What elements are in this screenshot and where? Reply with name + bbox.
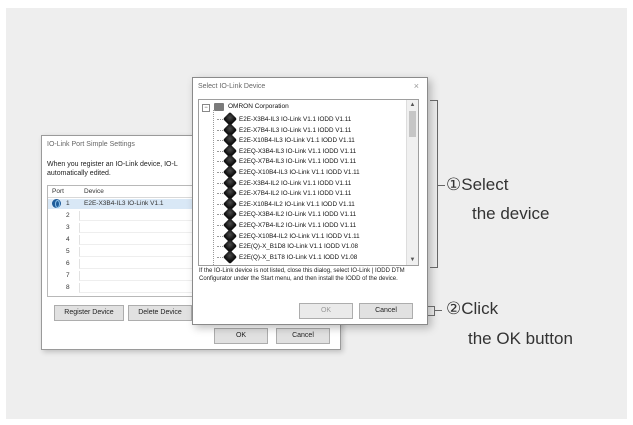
front-dialog-note: If the IO-Link device is not listed, clo…	[199, 268, 405, 282]
back-dialog-title: IO-Link Port Simple Settings	[47, 141, 135, 148]
port-row-4[interactable]: 4	[48, 235, 208, 245]
device-item-label: E2E(Q)-X_B1T8 IO-Link V1.1 IODD V1.08	[239, 253, 358, 261]
back-cancel-button[interactable]: Cancel	[276, 328, 330, 344]
device-item-label: E2E-X7B4-IL3 IO-Link V1.1 IODD V1.11	[239, 126, 352, 134]
device-item-label: E2EQ-X10B4-IL2 IO-Link V1.1 IODD V1.11	[239, 232, 360, 240]
select-bracket-tick	[437, 185, 445, 186]
collapse-icon[interactable]: −	[202, 104, 210, 112]
select-io-link-device-dialog: Select IO-Link Device × − OMRON Corporat…	[192, 77, 428, 325]
port-row-5[interactable]: 5	[48, 247, 208, 257]
device-icon	[222, 249, 238, 264]
device-item-label: E2EQ-X3B4-IL2 IO-Link V1.1 IODD V1.11	[239, 211, 357, 219]
click-callout-line2: the OK button	[468, 329, 573, 348]
port-number: 3	[66, 224, 70, 231]
scroll-down-icon[interactable]: ▼	[407, 255, 418, 265]
port-number: 1	[66, 200, 70, 207]
device-item-label: E2EQ-X10B4-IL3 IO-Link V1.1 IODD V1.11	[239, 169, 360, 176]
port-number: 8	[66, 284, 70, 291]
device-item-label: E2E(Q)-X_B1D8 IO-Link V1.1 IODD V1.08	[239, 243, 358, 251]
port-number: 4	[66, 236, 70, 243]
device-item-label: E2E-X3B4-IL2 IO-Link V1.1 IODD V1.11	[239, 179, 352, 187]
port-row-8[interactable]: 8	[48, 283, 208, 293]
port-row-3[interactable]: 3	[48, 223, 208, 233]
port-row-6[interactable]: 6	[48, 259, 208, 269]
select-callout-line1: ①Select	[446, 175, 509, 194]
click-callout-line1: ②Click	[446, 299, 499, 318]
register-device-button[interactable]: Register Device	[54, 305, 124, 321]
select-callout-line2: the device	[472, 204, 550, 223]
front-dialog-title: Select IO-Link Device	[198, 83, 266, 90]
device-item-label: E2E-X10B4-IL2 IO-Link V1.1 IODD V1.11	[239, 200, 355, 208]
port-number: 7	[66, 272, 70, 279]
device-column-header: Device	[84, 188, 104, 195]
port-number: 2	[66, 212, 70, 219]
port-row-2[interactable]: 2	[48, 211, 208, 221]
port-number: 5	[66, 248, 70, 255]
port-table-header: Port Device	[48, 186, 208, 198]
port-device-name: E2E-X3B4-IL3 IO-Link V1.1	[84, 200, 164, 207]
device-item-label: E2E-X10B4-IL3 IO-Link V1.1 IODD V1.11	[239, 137, 355, 145]
device-item-label: E2EQ-X7B4-IL3 IO-Link V1.1 IODD V1.11	[239, 158, 357, 166]
vendor-name: OMRON Corporation	[228, 103, 289, 110]
folder-icon	[214, 103, 224, 111]
port-number: 6	[66, 260, 70, 267]
device-item-label: E2EQ-X3B4-IL3 IO-Link V1.1 IODD V1.11	[239, 147, 357, 155]
front-cancel-button[interactable]: Cancel	[359, 303, 413, 319]
tree-scrollbar[interactable]: ▲ ▼	[406, 100, 418, 265]
port-row-1[interactable]: 1 E2E-X3B4-IL3 IO-Link V1.1	[48, 199, 208, 209]
back-dialog-description: When you register an IO-Link device, IO-…	[47, 161, 178, 177]
port-row-7[interactable]: 7	[48, 271, 208, 281]
ok-bracket	[428, 306, 435, 316]
delete-device-button[interactable]: Delete Device	[128, 305, 192, 321]
port-table: Port Device 1 E2E-X3B4-IL3 IO-Link V1.1 …	[47, 185, 209, 297]
front-ok-button[interactable]: OK	[299, 303, 353, 319]
port-column-header: Port	[52, 188, 64, 195]
select-bracket	[430, 100, 438, 268]
device-item-label: E2EQ-X7B4-IL2 IO-Link V1.1 IODD V1.11	[239, 222, 357, 229]
scroll-thumb[interactable]	[409, 111, 416, 137]
ok-bracket-tick	[434, 310, 442, 311]
globe-icon	[52, 199, 61, 208]
device-item-label: E2E-X7B4-IL2 IO-Link V1.1 IODD V1.11	[239, 190, 352, 198]
device-item-label: E2E-X3B4-IL3 IO-Link V1.1 IODD V1.11	[239, 116, 352, 123]
back-ok-button[interactable]: OK	[214, 328, 268, 344]
device-tree: − OMRON Corporation E2E-X3B4-IL3 IO-Link…	[198, 99, 419, 266]
close-icon[interactable]: ×	[414, 81, 419, 91]
scroll-up-icon[interactable]: ▲	[407, 100, 418, 110]
